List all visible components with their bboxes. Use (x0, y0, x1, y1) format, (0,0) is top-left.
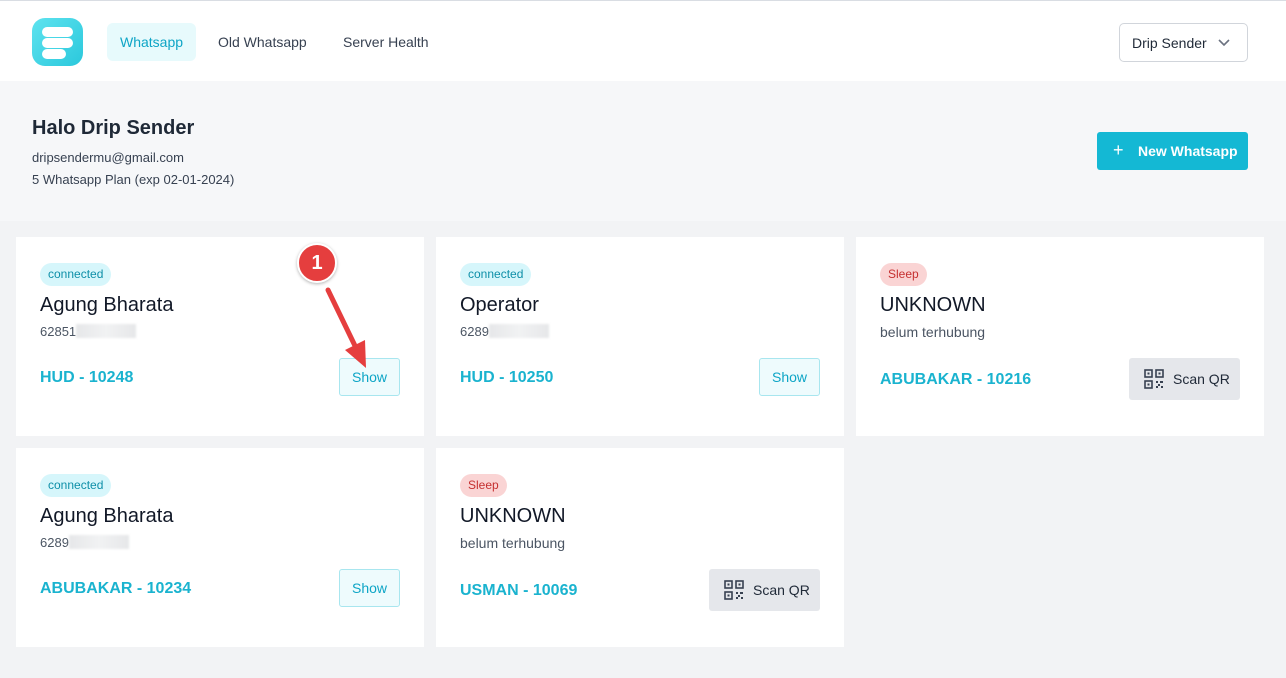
show-button[interactable]: Show (339, 358, 400, 396)
device-name: UNKNOWN (880, 294, 986, 316)
account-header (0, 81, 1286, 221)
account-dropdown-label: Drip Sender (1132, 35, 1207, 51)
plus-icon: + (1113, 140, 1124, 160)
device-name: UNKNOWN (460, 505, 566, 527)
top-navbar: Whatsapp Old Whatsapp Server Health Drip… (0, 0, 1286, 81)
status-badge: Sleep (880, 263, 927, 286)
device-card: Sleep UNKNOWN belum terhubung ABUBAKAR -… (856, 237, 1264, 436)
show-button[interactable]: Show (339, 569, 400, 607)
status-badge: connected (460, 263, 532, 286)
qr-code-icon (1144, 369, 1164, 389)
new-whatsapp-label: New Whatsapp (1138, 143, 1238, 159)
device-card: connected Operator 6289 HUD - 10250 Show (436, 237, 844, 436)
tab-old-whatsapp[interactable]: Old Whatsapp (205, 23, 320, 61)
device-subtitle: belum terhubung (460, 535, 566, 551)
scan-qr-label: Scan QR (753, 582, 810, 598)
show-button[interactable]: Show (759, 358, 820, 396)
scan-qr-button[interactable]: Scan QR (1129, 358, 1240, 400)
plan-info: 5 Whatsapp Plan (exp 02-01-2024) (32, 172, 235, 187)
device-phone: 6289 (40, 535, 129, 550)
redacted-number (76, 324, 137, 338)
status-badge: connected (40, 474, 112, 497)
device-name: Operator (460, 294, 539, 316)
greeting-title: Halo Drip Sender (32, 117, 195, 139)
redacted-number (488, 324, 549, 338)
tab-server-health[interactable]: Server Health (330, 23, 442, 61)
account-email: dripsendermu@gmail.com (32, 150, 184, 165)
device-phone: 6289 (460, 324, 549, 339)
account-dropdown[interactable]: Drip Sender (1119, 23, 1248, 62)
status-badge: connected (40, 263, 112, 286)
dripsender-logo-icon[interactable] (32, 18, 83, 66)
device-phone: 62851 (40, 324, 137, 339)
device-name: Agung Bharata (40, 294, 174, 316)
device-code-link[interactable]: HUD - 10248 (40, 369, 133, 387)
status-badge: Sleep (460, 474, 507, 497)
device-code-link[interactable]: ABUBAKAR - 10216 (880, 371, 1031, 389)
qr-code-icon (724, 580, 744, 600)
device-card: connected Agung Bharata 6289 ABUBAKAR - … (16, 448, 424, 647)
device-code-link[interactable]: USMAN - 10069 (460, 582, 577, 600)
new-whatsapp-button[interactable]: + New Whatsapp (1097, 132, 1248, 170)
device-card: Sleep UNKNOWN belum terhubung USMAN - 10… (436, 448, 844, 647)
annotation-step-marker: 1 (297, 243, 337, 283)
device-name: Agung Bharata (40, 505, 174, 527)
chevron-down-icon (1218, 39, 1230, 47)
device-subtitle: belum terhubung (880, 324, 986, 340)
scan-qr-label: Scan QR (1173, 371, 1230, 387)
device-code-link[interactable]: ABUBAKAR - 10234 (40, 580, 191, 598)
scan-qr-button[interactable]: Scan QR (709, 569, 820, 611)
tab-whatsapp[interactable]: Whatsapp (107, 23, 197, 61)
device-card: connected Agung Bharata 62851 HUD - 1024… (16, 237, 424, 436)
redacted-number (68, 535, 129, 549)
device-code-link[interactable]: HUD - 10250 (460, 369, 553, 387)
